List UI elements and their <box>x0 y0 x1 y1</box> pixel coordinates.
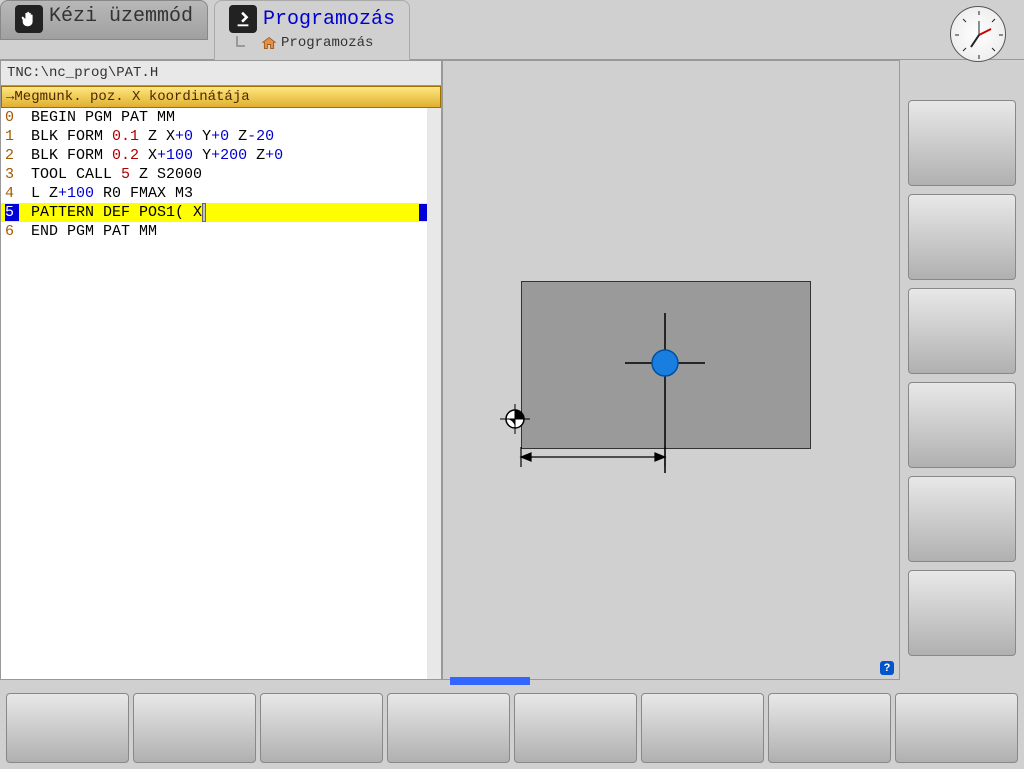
b-softkey-1[interactable] <box>6 693 129 763</box>
line-number: 5 <box>5 204 19 221</box>
input-prompt: →Megmunk. poz. X koordinátája <box>1 86 441 108</box>
line-content: TOOL CALL 5 Z S2000 <box>31 166 202 183</box>
target-point-icon <box>652 350 678 376</box>
code-line[interactable]: 0 BEGIN PGM PAT MM <box>1 108 427 127</box>
line-content: END PGM PAT MM <box>31 223 157 240</box>
code-line[interactable]: 3 TOOL CALL 5 Z S2000 <box>1 165 427 184</box>
b-softkey-4[interactable] <box>387 693 510 763</box>
v-softkey-6[interactable] <box>908 570 1016 656</box>
line-number: 0 <box>5 109 19 126</box>
graphics-overlay <box>443 61 863 581</box>
line-content: BLK FORM 0.2 X+100 Y+200 Z+0 <box>31 147 283 164</box>
breadcrumb-connector-icon <box>233 36 257 50</box>
b-softkey-3[interactable] <box>260 693 383 763</box>
home-icon <box>261 36 277 50</box>
code-line[interactable]: 4 L Z+100 R0 FMAX M3 <box>1 184 427 203</box>
graphics-pane <box>442 60 900 680</box>
hand-icon <box>15 5 43 33</box>
line-number: 4 <box>5 185 19 202</box>
input-cursor[interactable] <box>202 203 206 222</box>
breadcrumb: Programozás <box>233 35 395 51</box>
mode-tab-manual[interactable]: Kézi üzemmód <box>0 0 208 40</box>
v-softkey-5[interactable] <box>908 476 1016 562</box>
v-softkey-1[interactable] <box>908 100 1016 186</box>
help-icon[interactable]: ? <box>880 661 894 675</box>
code-line[interactable]: 5 PATTERN DEF POS1( X <box>1 203 427 222</box>
line-content: BEGIN PGM PAT MM <box>31 109 175 126</box>
b-softkey-5[interactable] <box>514 693 637 763</box>
code-line[interactable]: 1 BLK FORM 0.1 Z X+0 Y+0 Z-20 <box>1 127 427 146</box>
mode-label-manual: Kézi üzemmód <box>49 5 193 28</box>
line-number: 2 <box>5 147 19 164</box>
v-softkey-3[interactable] <box>908 288 1016 374</box>
b-softkey-8[interactable] <box>895 693 1018 763</box>
line-content: L Z+100 R0 FMAX M3 <box>31 185 193 202</box>
b-softkey-6[interactable] <box>641 693 764 763</box>
scrollbar-thumb[interactable] <box>429 110 439 170</box>
main-area: TNC:\nc_prog\PAT.H →Megmunk. poz. X koor… <box>0 60 1024 680</box>
clock-icon <box>950 6 1006 62</box>
file-path: TNC:\nc_prog\PAT.H <box>1 61 441 86</box>
program-icon <box>229 5 257 33</box>
vertical-softkey-bar <box>900 60 1024 680</box>
code-line[interactable]: 2 BLK FORM 0.2 X+100 Y+200 Z+0 <box>1 146 427 165</box>
line-content: PATTERN DEF POS1( X <box>31 204 206 221</box>
code-editor-pane: TNC:\nc_prog\PAT.H →Megmunk. poz. X koor… <box>0 60 442 680</box>
b-softkey-2[interactable] <box>133 693 256 763</box>
mode-tab-programming[interactable]: Programozás Programozás <box>214 0 410 60</box>
bottom-softkey-bar <box>0 687 1024 769</box>
origin-marker-icon <box>500 404 530 434</box>
line-content: BLK FORM 0.1 Z X+0 Y+0 Z-20 <box>31 128 274 145</box>
line-tail <box>419 204 427 221</box>
line-number: 6 <box>5 223 19 240</box>
dimension-arrow <box>521 447 665 467</box>
v-softkey-4[interactable] <box>908 382 1016 468</box>
top-bar: Kézi üzemmód Programozás Programozás <box>0 0 1024 60</box>
line-number: 3 <box>5 166 19 183</box>
code-line[interactable]: 6 END PGM PAT MM <box>1 222 427 241</box>
line-number: 1 <box>5 128 19 145</box>
v-softkey-2[interactable] <box>908 194 1016 280</box>
mode-label-programming: Programozás <box>263 8 395 31</box>
b-softkey-7[interactable] <box>768 693 891 763</box>
code-body[interactable]: 0 BEGIN PGM PAT MM 1 BLK FORM 0.1 Z X+0 Y+0… <box>1 108 441 679</box>
progress-indicator <box>450 677 530 685</box>
